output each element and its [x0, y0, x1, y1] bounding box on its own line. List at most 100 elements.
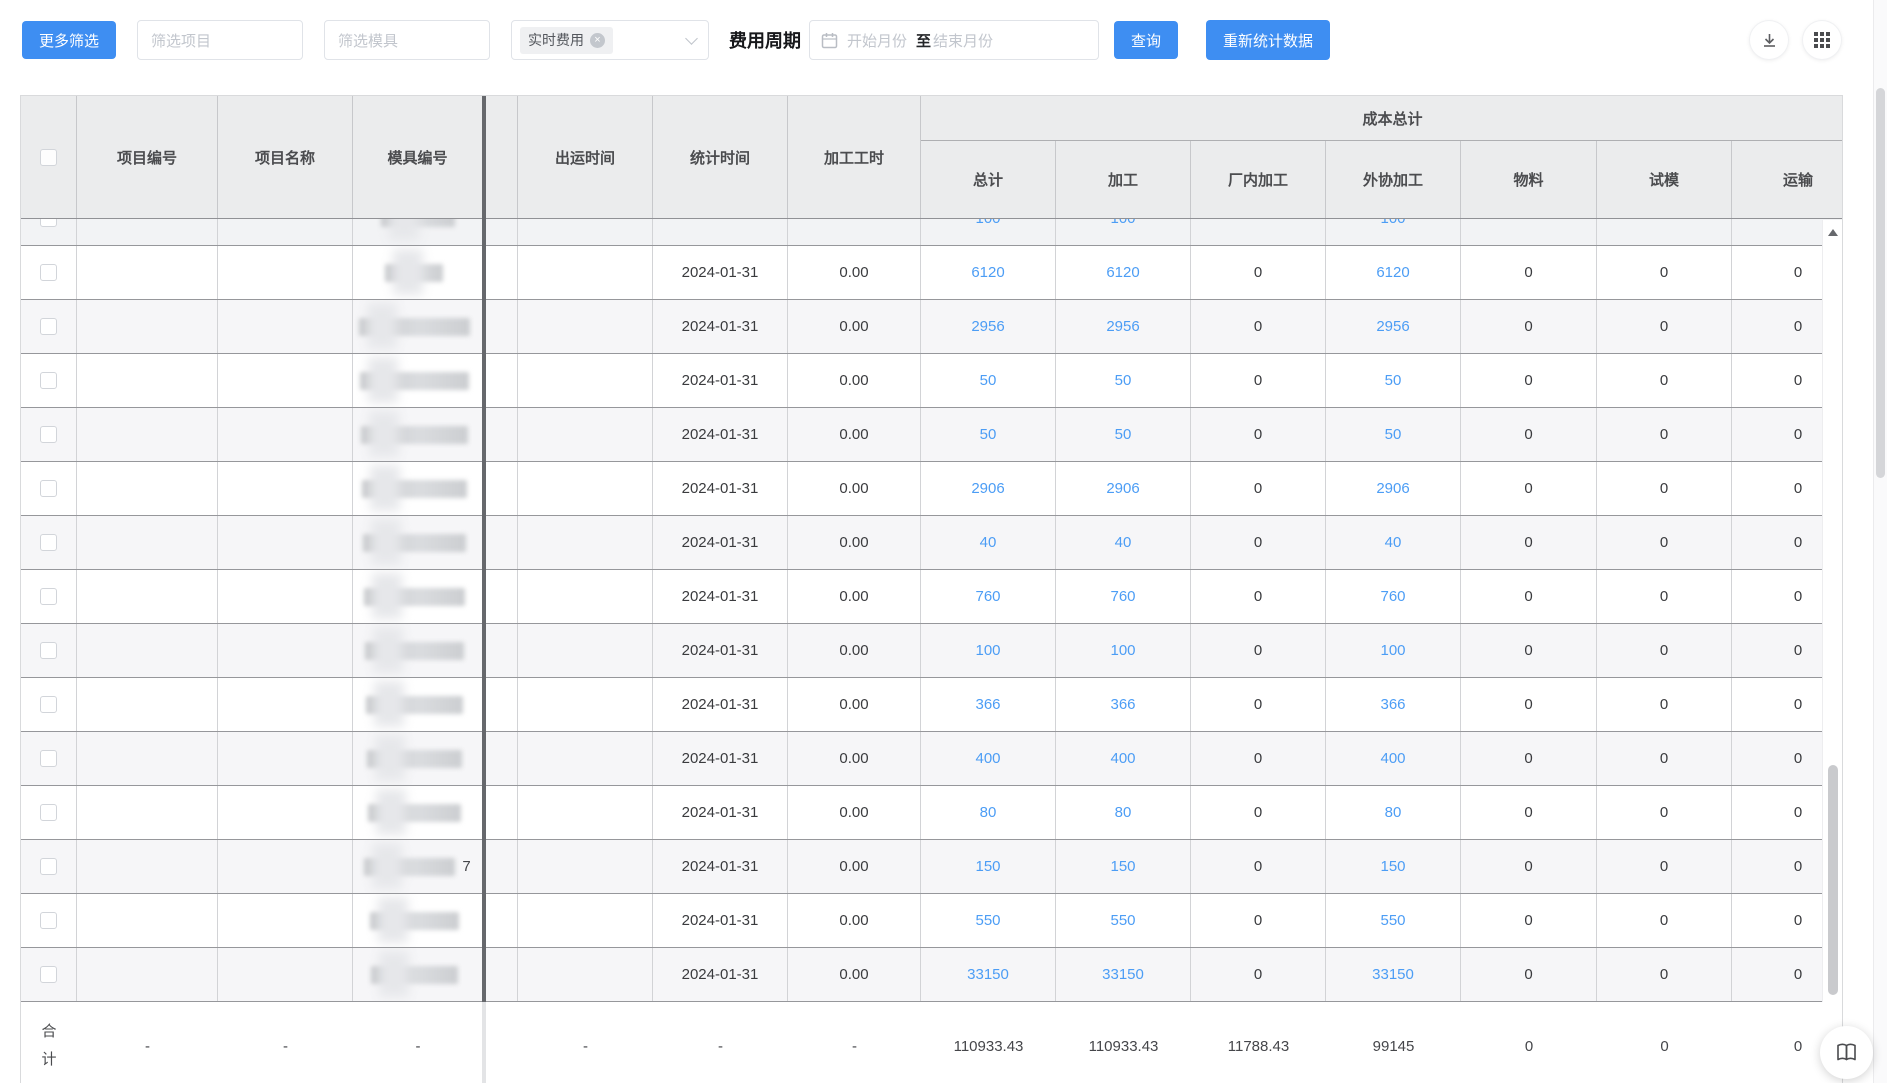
cost-outsourced-link[interactable]: 550 — [1326, 894, 1461, 947]
cost-processing-link[interactable]: 50 — [1056, 408, 1191, 461]
table-row: 7 2024-01-31 0.00 150 150 0 150 0 0 0 — [21, 840, 1842, 894]
filter-mold-input[interactable]: 筛选模具 — [324, 20, 490, 60]
row-checkbox[interactable] — [40, 219, 57, 227]
row-checkbox[interactable] — [40, 318, 57, 335]
cell-ship-time — [518, 219, 653, 245]
cost-processing-link[interactable]: 400 — [1056, 732, 1191, 785]
recalculate-button[interactable]: 重新统计数据 — [1206, 20, 1330, 60]
start-month-input[interactable]: 开始月份 — [847, 30, 907, 51]
docs-floating-button[interactable] — [1820, 1026, 1873, 1079]
cost-outsourced-link[interactable]: 2906 — [1326, 462, 1461, 515]
cost-processing-link[interactable]: 2956 — [1056, 300, 1191, 353]
more-filters-button[interactable]: 更多筛选 — [22, 21, 116, 59]
row-checkbox[interactable] — [40, 858, 57, 875]
table-row: 2024-01-31 0.00 2906 2906 0 2906 0 0 0 — [21, 462, 1842, 516]
tag-remove-icon[interactable]: × — [590, 33, 605, 48]
cost-processing-link[interactable]: 550 — [1056, 894, 1191, 947]
row-checkbox[interactable] — [40, 426, 57, 443]
row-checkbox[interactable] — [40, 912, 57, 929]
end-month-input[interactable]: 结束月份 — [933, 30, 993, 51]
calendar-icon — [821, 32, 838, 49]
row-checkbox[interactable] — [40, 696, 57, 713]
cell-project-name — [218, 300, 353, 353]
fee-period-range-picker[interactable]: 开始月份 至 结束月份 — [809, 20, 1099, 60]
cost-total-link[interactable]: 6120 — [921, 246, 1056, 299]
cost-processing-link[interactable]: 40 — [1056, 516, 1191, 569]
cost-outsourced-link[interactable]: 2956 — [1326, 300, 1461, 353]
cost-total-link[interactable]: 80 — [921, 786, 1056, 839]
chevron-down-icon — [685, 32, 698, 45]
download-button[interactable] — [1750, 21, 1788, 59]
cell-gutter — [483, 894, 518, 947]
cost-total-link[interactable]: 2956 — [921, 300, 1056, 353]
cost-outsourced-link[interactable]: 50 — [1326, 354, 1461, 407]
cost-processing-link[interactable]: 50 — [1056, 354, 1191, 407]
cost-outsourced-link[interactable]: 760 — [1326, 570, 1461, 623]
row-checkbox[interactable] — [40, 534, 57, 551]
cost-total-link[interactable]: 400 — [921, 732, 1056, 785]
page-scrollbar[interactable] — [1873, 0, 1887, 1083]
row-checkbox[interactable] — [40, 642, 57, 659]
cost-processing-link[interactable]: 80 — [1056, 786, 1191, 839]
cost-outsourced-link[interactable]: 6120 — [1326, 246, 1461, 299]
cost-processing-link[interactable]: 366 — [1056, 678, 1191, 731]
cost-outsourced-link[interactable]: 400 — [1326, 732, 1461, 785]
row-checkbox[interactable] — [40, 750, 57, 767]
scroll-up-arrow-icon[interactable] — [1828, 229, 1838, 236]
fee-type-select[interactable]: 实时费用 × — [511, 20, 709, 60]
cost-total-link[interactable]: 50 — [921, 408, 1056, 461]
cost-total-link[interactable]: 760 — [921, 570, 1056, 623]
row-checkbox[interactable] — [40, 480, 57, 497]
cost-total-link[interactable]: 33150 — [921, 948, 1056, 1001]
cell-stat-time: 2024-01-31 — [653, 948, 788, 1001]
cost-processing-link[interactable]: 100 — [1056, 219, 1191, 245]
page-scrollbar-thumb[interactable] — [1876, 88, 1885, 478]
fee-period-label: 费用周期 — [729, 27, 801, 53]
select-all-checkbox[interactable] — [40, 149, 57, 166]
cost-outsourced-link[interactable]: 100 — [1326, 624, 1461, 677]
cell-project-name — [218, 840, 353, 893]
cost-total-link[interactable]: 100 — [921, 624, 1056, 677]
cost-outsourced-link[interactable]: 33150 — [1326, 948, 1461, 1001]
cost-total-link[interactable]: 150 — [921, 840, 1056, 893]
cost-total-link[interactable]: 550 — [921, 894, 1056, 947]
cell-in-plant: 0 — [1191, 948, 1326, 1001]
cost-total-link[interactable]: 100 — [921, 219, 1056, 245]
cost-outsourced-link[interactable]: 50 — [1326, 408, 1461, 461]
cost-processing-link[interactable]: 2906 — [1056, 462, 1191, 515]
cost-outsourced-link[interactable]: 150 — [1326, 840, 1461, 893]
cost-processing-link[interactable]: 33150 — [1056, 948, 1191, 1001]
cost-outsourced-link[interactable]: 80 — [1326, 786, 1461, 839]
cost-processing-link[interactable]: 6120 — [1056, 246, 1191, 299]
query-button[interactable]: 查询 — [1114, 21, 1178, 59]
row-checkbox[interactable] — [40, 588, 57, 605]
cost-processing-link[interactable]: 760 — [1056, 570, 1191, 623]
redacted-mold-no — [368, 804, 461, 822]
row-checkbox[interactable] — [40, 966, 57, 983]
cell-ship-time — [518, 516, 653, 569]
cost-total-link[interactable]: 366 — [921, 678, 1056, 731]
table-scrollbar-thumb[interactable] — [1828, 765, 1838, 995]
table-row: 2024-01-31 0.00 100 100 0 100 0 0 0 — [21, 624, 1842, 678]
row-select-cell — [21, 894, 77, 947]
cost-total-link[interactable]: 40 — [921, 516, 1056, 569]
cost-outsourced-link[interactable]: 40 — [1326, 516, 1461, 569]
cost-total-link[interactable]: 50 — [921, 354, 1056, 407]
cost-outsourced-link[interactable]: 366 — [1326, 678, 1461, 731]
table-vertical-scrollbar[interactable] — [1822, 220, 1842, 1002]
row-checkbox[interactable] — [40, 264, 57, 281]
cost-total-link[interactable]: 2906 — [921, 462, 1056, 515]
row-select-cell — [21, 678, 77, 731]
cost-outsourced-link[interactable]: 100 — [1326, 219, 1461, 245]
cost-processing-link[interactable]: 150 — [1056, 840, 1191, 893]
row-checkbox[interactable] — [40, 804, 57, 821]
filter-project-input[interactable]: 筛选项目 — [137, 20, 303, 60]
cell-mold-no — [353, 948, 483, 1001]
cost-processing-link[interactable]: 100 — [1056, 624, 1191, 677]
cell-gutter — [483, 624, 518, 677]
cell-in-plant — [1191, 219, 1326, 245]
cell-work-hours: 0.00 — [788, 894, 921, 947]
column-settings-button[interactable] — [1803, 21, 1841, 59]
cell-material: 0 — [1461, 246, 1597, 299]
row-checkbox[interactable] — [40, 372, 57, 389]
